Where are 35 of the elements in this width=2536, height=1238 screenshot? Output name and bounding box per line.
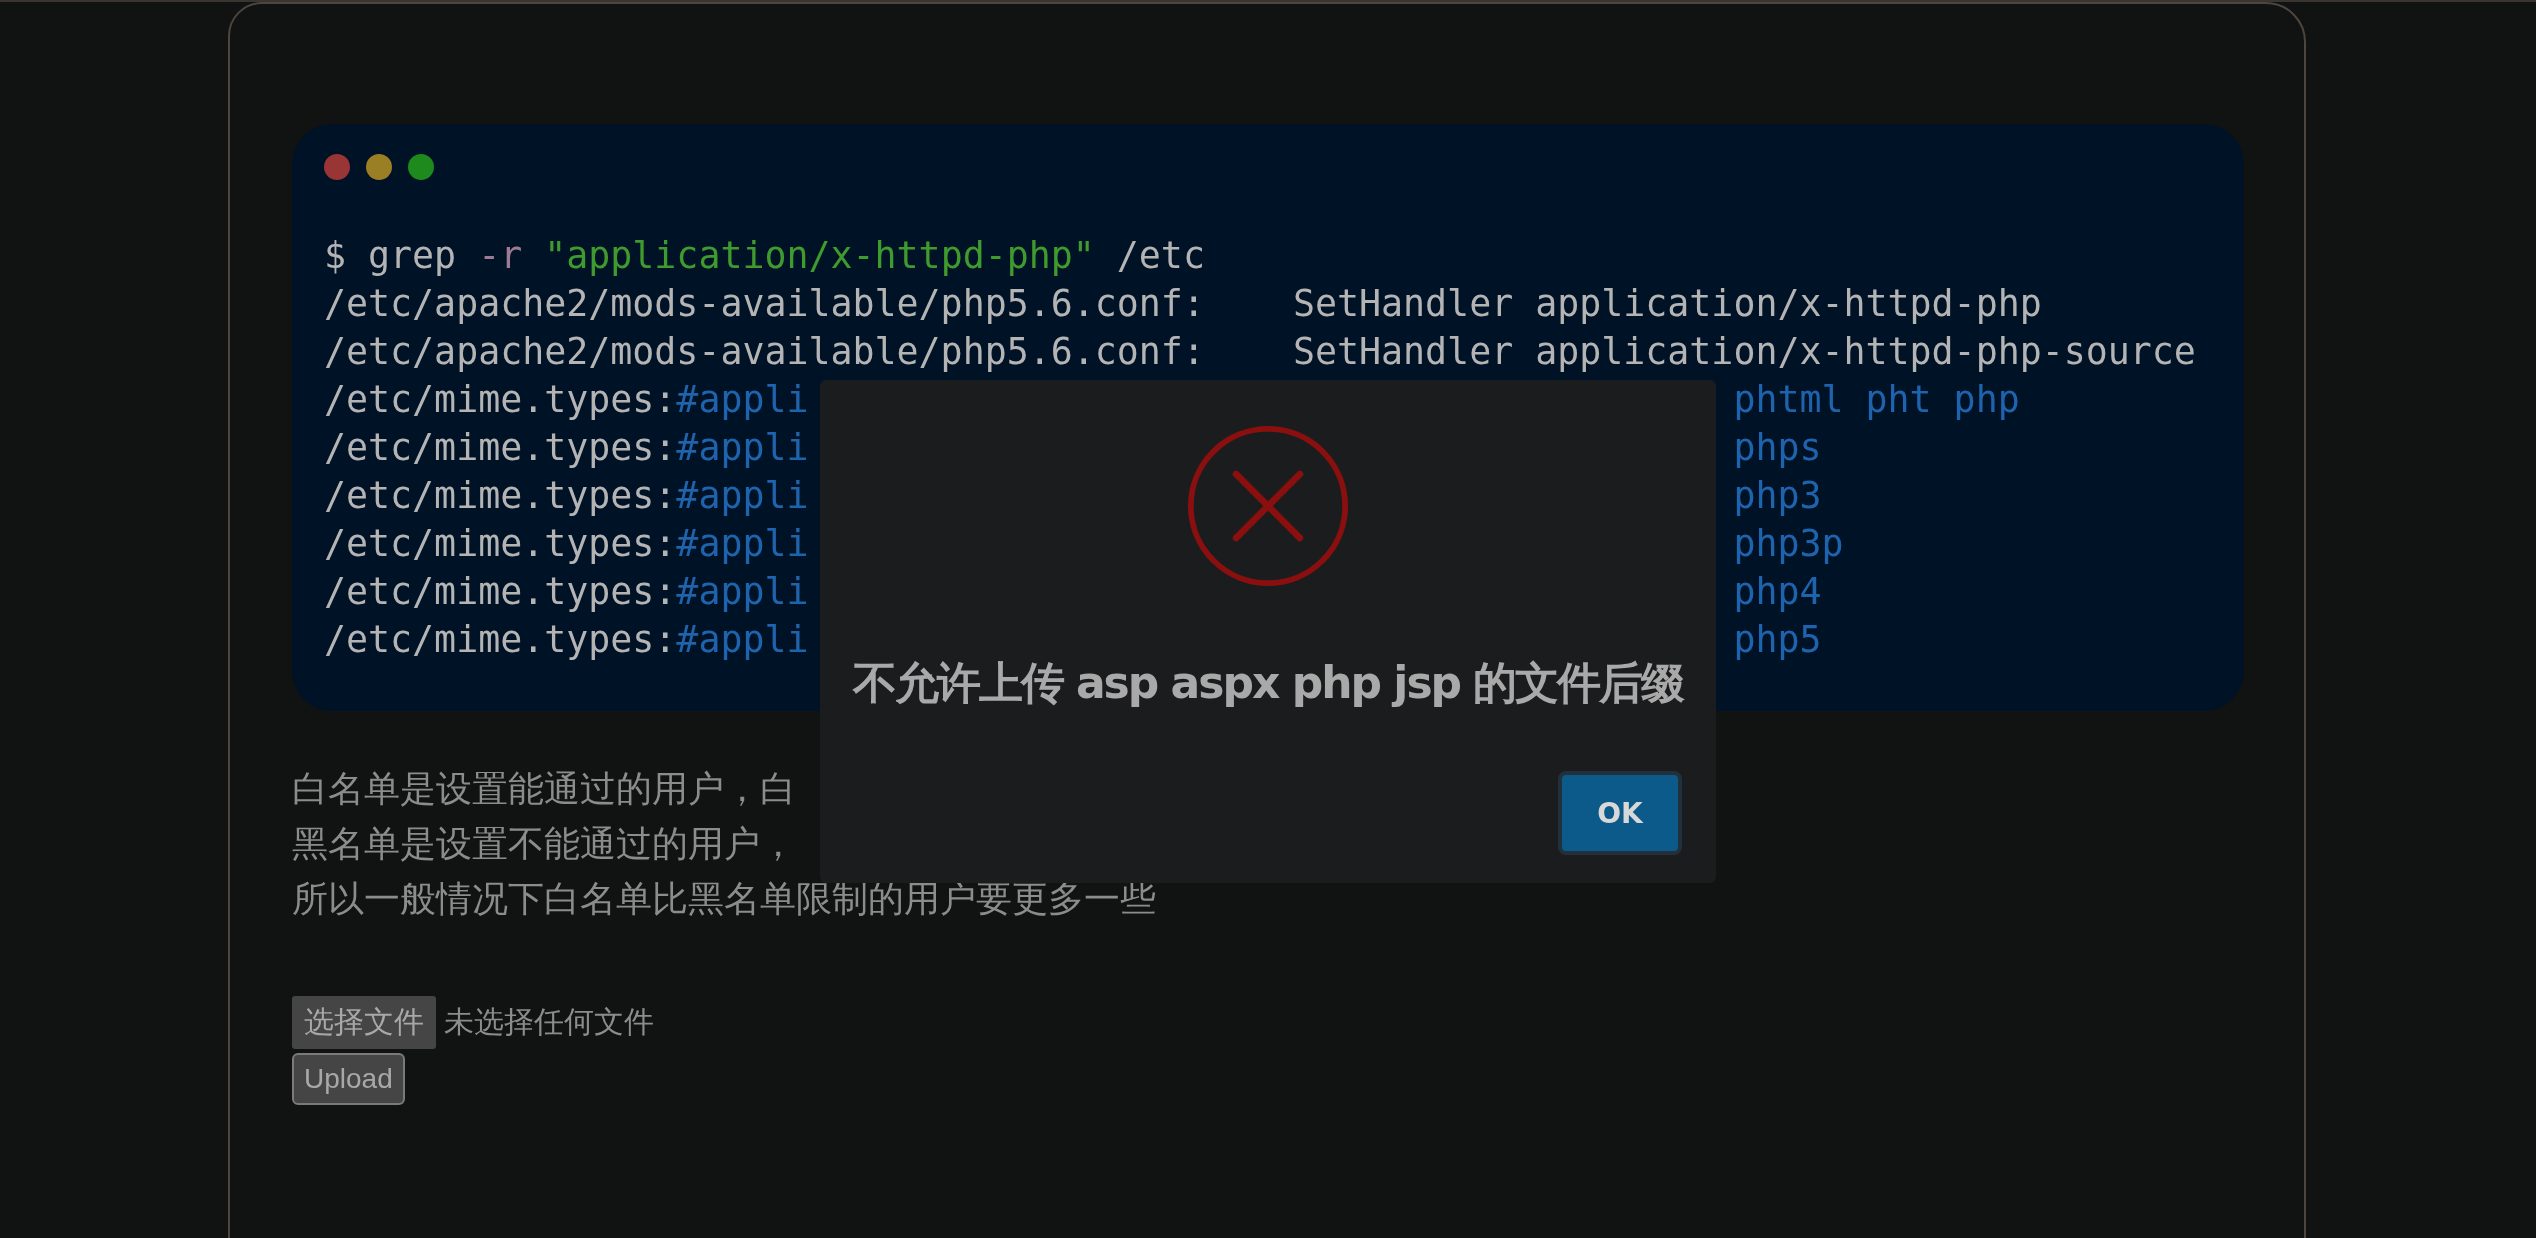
comment-text: #appli (676, 617, 809, 663)
comment-text: #appli (676, 521, 809, 567)
error-icon (1186, 424, 1350, 588)
choose-file-button[interactable]: 选择文件 (292, 996, 436, 1049)
file-path: /etc/apache2/mods-available/php5.6.conf: (324, 329, 1206, 375)
file-path: /etc/mime.types: (324, 473, 677, 519)
comment-text: #appli (676, 569, 809, 615)
ok-button[interactable]: OK (1558, 771, 1682, 855)
command-text: $ grep -r "application/x-httpd-php" /etc (324, 233, 1205, 279)
close-dot-icon (324, 154, 350, 180)
extension-text: phps (1733, 425, 1822, 471)
comment-text: #appli (676, 377, 809, 423)
file-path: /etc/mime.types: (324, 521, 677, 567)
extension-text: php3p (1733, 521, 1844, 567)
extension-text: php4 (1733, 569, 1822, 615)
maximize-dot-icon (408, 154, 434, 180)
dialog-message: 不允许上传 asp aspx php jsp 的文件后缀 (852, 656, 1684, 710)
handler-text: SetHandler application/x-httpd-php (1292, 281, 2042, 327)
file-status-text: 未选择任何文件 (444, 1003, 654, 1041)
paragraph-line: 所以一般情况下白名单比黑名单限制的用户要更多一些 (292, 877, 1156, 921)
paragraph-line: 白名单是设置能通过的用户，白 (292, 767, 796, 811)
upload-button[interactable]: Upload (292, 1053, 405, 1105)
paragraph-line: 黑名单是设置不能通过的用户， (292, 822, 796, 866)
file-path: /etc/apache2/mods-available/php5.6.conf: (324, 281, 1206, 327)
file-path: /etc/mime.types: (324, 617, 677, 663)
extension-text: php5 (1733, 617, 1822, 663)
comment-text: #appli (676, 473, 809, 519)
minimize-dot-icon (366, 154, 392, 180)
file-path: /etc/mime.types: (324, 425, 677, 471)
file-path: /etc/mime.types: (324, 569, 677, 615)
handler-text: SetHandler application/x-httpd-php-source (1292, 329, 2196, 375)
extension-text: php3 (1733, 473, 1822, 519)
comment-text: #appli (676, 425, 809, 471)
file-path: /etc/mime.types: (324, 377, 677, 423)
extension-text: phtml pht php (1733, 377, 2020, 423)
